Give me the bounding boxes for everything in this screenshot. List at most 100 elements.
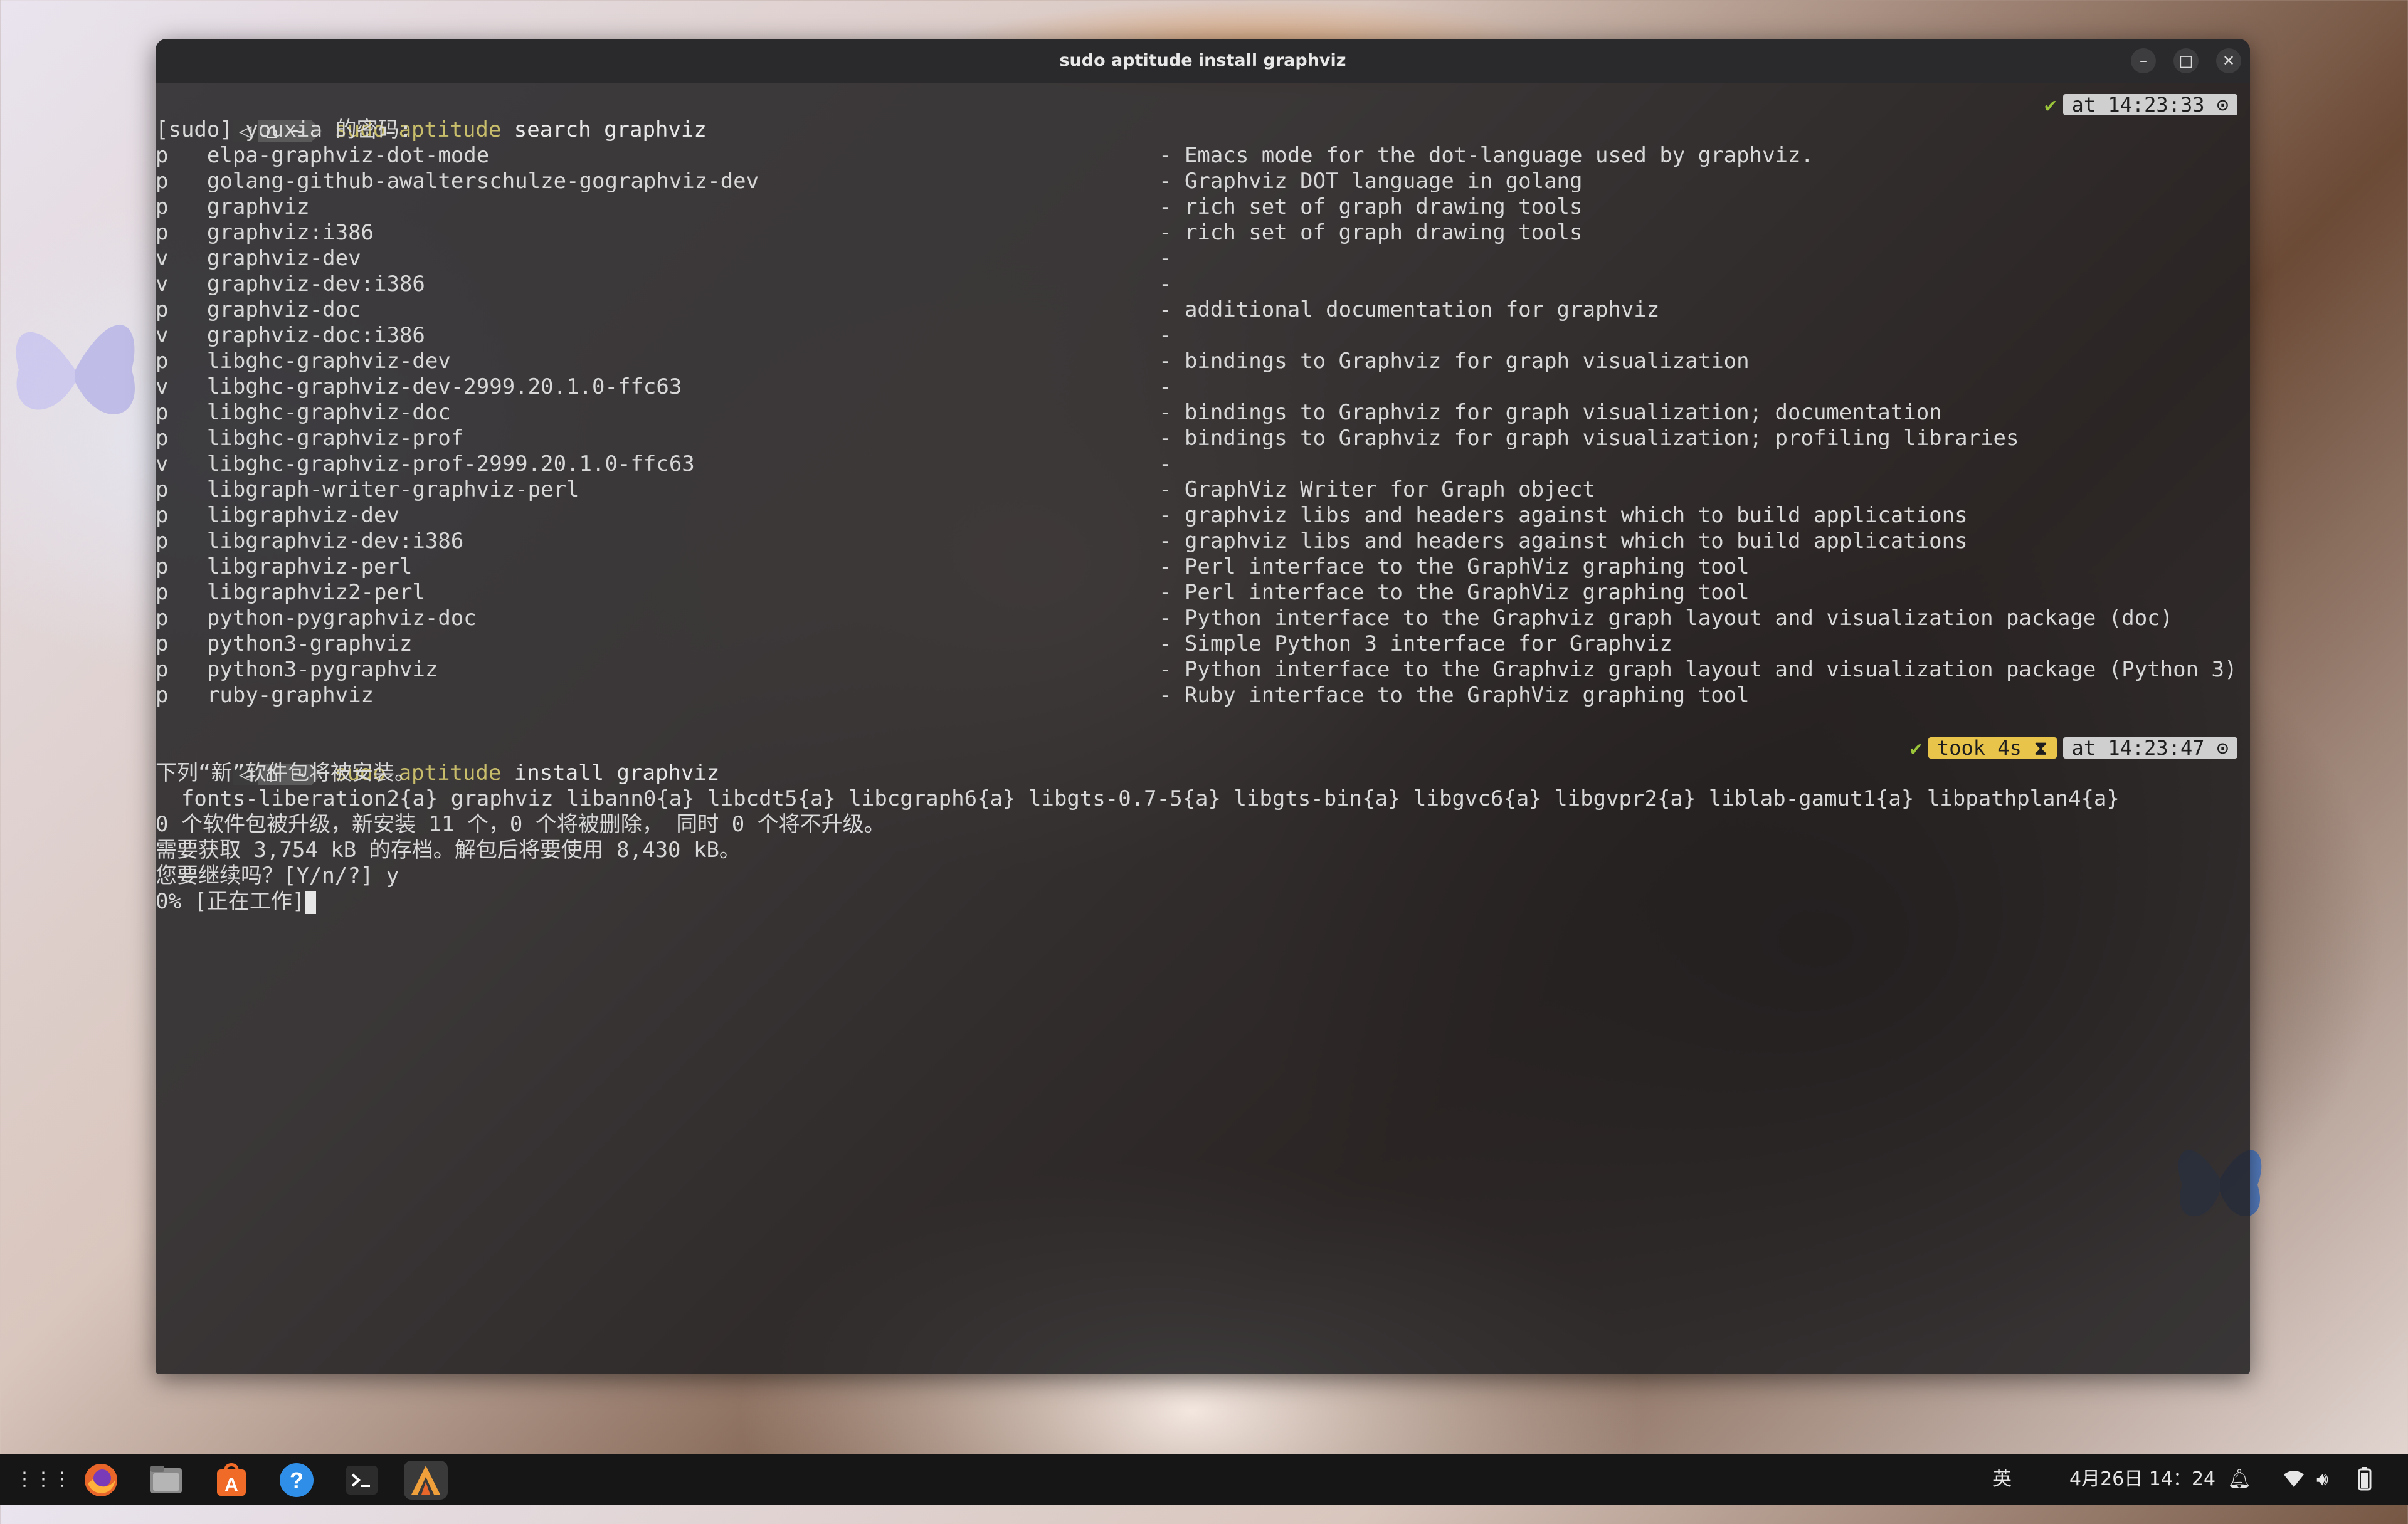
search-result-row: p libgraphviz-dev (156, 503, 399, 528)
search-result-row: p graphviz:i386 (156, 220, 374, 246)
package-state-flag: v (156, 374, 169, 399)
app-grid-icon[interactable]: ⋮⋮⋮ (15, 1461, 71, 1500)
search-result-row: v graphviz-dev:i386 (156, 271, 425, 297)
app-center-icon[interactable]: A (212, 1461, 251, 1500)
package-description: - (1159, 374, 1172, 399)
search-result-row: p golang-github-awalterschulze-gographvi… (156, 169, 759, 194)
search-result-row: v libghc-graphviz-dev-2999.20.1.0-ffc63 (156, 374, 682, 400)
sudo-password-line: [sudo] youxia 的密码: (156, 117, 413, 142)
package-description: - graphviz libs and headers against whic… (1159, 528, 1968, 554)
package-name: golang-github-awalterschulze-gographviz-… (206, 169, 759, 194)
package-name: libghc-graphviz-dev (206, 349, 451, 374)
butterfly-decoration (16, 325, 135, 414)
notification-bell-icon[interactable]: 🔔︎ (2227, 1454, 2251, 1505)
package-name: libgraphviz-perl (206, 554, 413, 579)
close-icon[interactable]: ✕ (2216, 48, 2241, 73)
package-name: graphviz (206, 194, 310, 219)
install-output-line: 您要继续吗？[Y/n/?] y (156, 863, 399, 888)
package-name: libghc-graphviz-prof (206, 426, 464, 451)
package-state-flag: p (156, 143, 169, 168)
minimize-icon[interactable]: – (2131, 48, 2156, 73)
package-description: - Perl interface to the GraphViz graphin… (1159, 580, 1750, 605)
firefox-icon[interactable] (82, 1461, 120, 1500)
prompt-line: ◁ ⌂ ~ sudo aptitude search graphviz (156, 92, 707, 142)
package-name: libgraph-writer-graphviz-perl (206, 477, 579, 502)
maximize-icon[interactable]: □ (2173, 48, 2199, 73)
battery-icon[interactable] (2353, 1454, 2378, 1505)
taskbar: ⋮⋮⋮ A ? 英 4月26日 14：24 🔔︎ 🔊︎ (0, 1454, 2408, 1505)
package-state-flag: v (156, 451, 169, 476)
volume-icon[interactable]: 🔊︎ (2316, 1454, 2328, 1505)
package-description: - rich set of graph drawing tools (1159, 194, 1583, 219)
search-result-row: p graphviz-doc (156, 297, 361, 323)
package-state-flag: p (156, 349, 169, 374)
search-result-row: p ruby-graphviz (156, 683, 374, 708)
package-state-flag: p (156, 657, 169, 682)
package-state-flag: p (156, 554, 169, 579)
search-result-row: p elpa-graphviz-dot-mode (156, 143, 489, 169)
package-state-flag: p (156, 606, 169, 631)
progress-text: 0% [正在工作] (156, 889, 305, 914)
alacritty-icon[interactable] (404, 1461, 448, 1500)
search-result-row: p libghc-graphviz-doc (156, 400, 451, 426)
package-state-flag: p (156, 528, 169, 554)
window-title: sudo aptitude install graphviz (1059, 51, 1346, 70)
search-result-row: p libgraphviz-dev:i386 (156, 528, 463, 554)
package-state-flag: p (156, 400, 169, 425)
search-result-row: v graphviz-dev (156, 246, 361, 271)
install-output-line: 下列“新”软件包将被安装。 (156, 760, 416, 786)
package-name: elpa-graphviz-dot-mode (206, 143, 490, 168)
success-check-icon: ✔ (2044, 92, 2057, 117)
package-state-flag: p (156, 194, 169, 219)
package-state-flag: p (156, 220, 169, 245)
package-description: - GraphViz Writer for Graph object (1159, 477, 1595, 502)
install-output-line: fonts-liberation2{a} graphviz libann0{a}… (156, 786, 2120, 811)
search-result-row: p libgraphviz2-perl (156, 580, 425, 606)
right-prompt: ✔ took 4s ⧗ at 14:23:47 ⊙ (1910, 735, 2237, 760)
timestamp-badge: at 14:23:47 ⊙ (2062, 737, 2237, 759)
package-description: - (1159, 271, 1172, 297)
terminal-window[interactable]: sudo aptitude install graphviz – □ ✕ ◁ ⌂ … (156, 39, 2250, 1374)
search-result-row: p libgraph-writer-graphviz-perl (156, 477, 579, 503)
install-output-line: 需要获取 3,754 kB 的存档。解包后将要使用 8,430 kB。 (156, 838, 741, 863)
window-titlebar[interactable]: sudo aptitude install graphviz – □ ✕ (156, 39, 2250, 83)
svg-text:?: ? (290, 1468, 304, 1493)
clock[interactable]: 4月26日 14：24 (2069, 1454, 2215, 1505)
package-state-flag: p (156, 580, 169, 605)
package-state-flag: p (156, 683, 169, 708)
ime-indicator[interactable]: 英 (1993, 1454, 2012, 1505)
package-state-flag: p (156, 297, 169, 322)
search-result-row: p python-pygraphviz-doc (156, 606, 477, 631)
package-description: - bindings to Graphviz for graph visuali… (1159, 349, 1750, 374)
package-name: python3-graphviz (206, 631, 413, 656)
search-result-row: p python3-pygraphviz (156, 657, 438, 683)
package-state-flag: p (156, 169, 169, 194)
package-description: - Python interface to the Graphviz graph… (1159, 606, 2173, 631)
package-state-flag: v (156, 246, 169, 271)
package-description: - rich set of graph drawing tools (1159, 220, 1583, 245)
package-name: graphviz-doc:i386 (206, 323, 425, 348)
package-name: graphviz-dev:i386 (206, 271, 425, 297)
command-args: install graphviz (501, 760, 720, 786)
wifi-icon[interactable] (2283, 1454, 2305, 1505)
terminal-icon[interactable] (342, 1461, 381, 1500)
package-state-flag: p (156, 631, 169, 656)
search-result-row: p libghc-graphviz-dev (156, 349, 451, 374)
search-result-row: v graphviz-doc:i386 (156, 323, 425, 349)
right-prompt: ✔ at 14:23:33 ⊙ (2044, 92, 2237, 117)
package-state-flag: p (156, 477, 169, 502)
package-name: libghc-graphviz-dev-2999.20.1.0-ffc63 (206, 374, 682, 399)
files-icon[interactable] (147, 1461, 186, 1500)
terminal-content[interactable]: ◁ ⌂ ~ sudo aptitude search graphviz ✔ at … (156, 83, 2250, 1374)
package-description: - additional documentation for graphviz (1159, 297, 1660, 322)
package-name: ruby-graphviz (206, 683, 374, 708)
install-output-line: 0 个软件包被升级，新安装 11 个，0 个将被删除， 同时 0 个将不升级。 (156, 812, 885, 837)
package-name: graphviz-dev (206, 246, 361, 271)
package-description: - bindings to Graphviz for graph visuali… (1159, 400, 1942, 425)
package-name: graphviz-doc (206, 297, 361, 322)
package-description: - Perl interface to the GraphViz graphin… (1159, 554, 1750, 579)
package-state-flag: v (156, 323, 169, 348)
package-description: - (1159, 451, 1172, 476)
help-icon[interactable]: ? (277, 1461, 316, 1500)
search-result-row: p graphviz (156, 194, 310, 220)
